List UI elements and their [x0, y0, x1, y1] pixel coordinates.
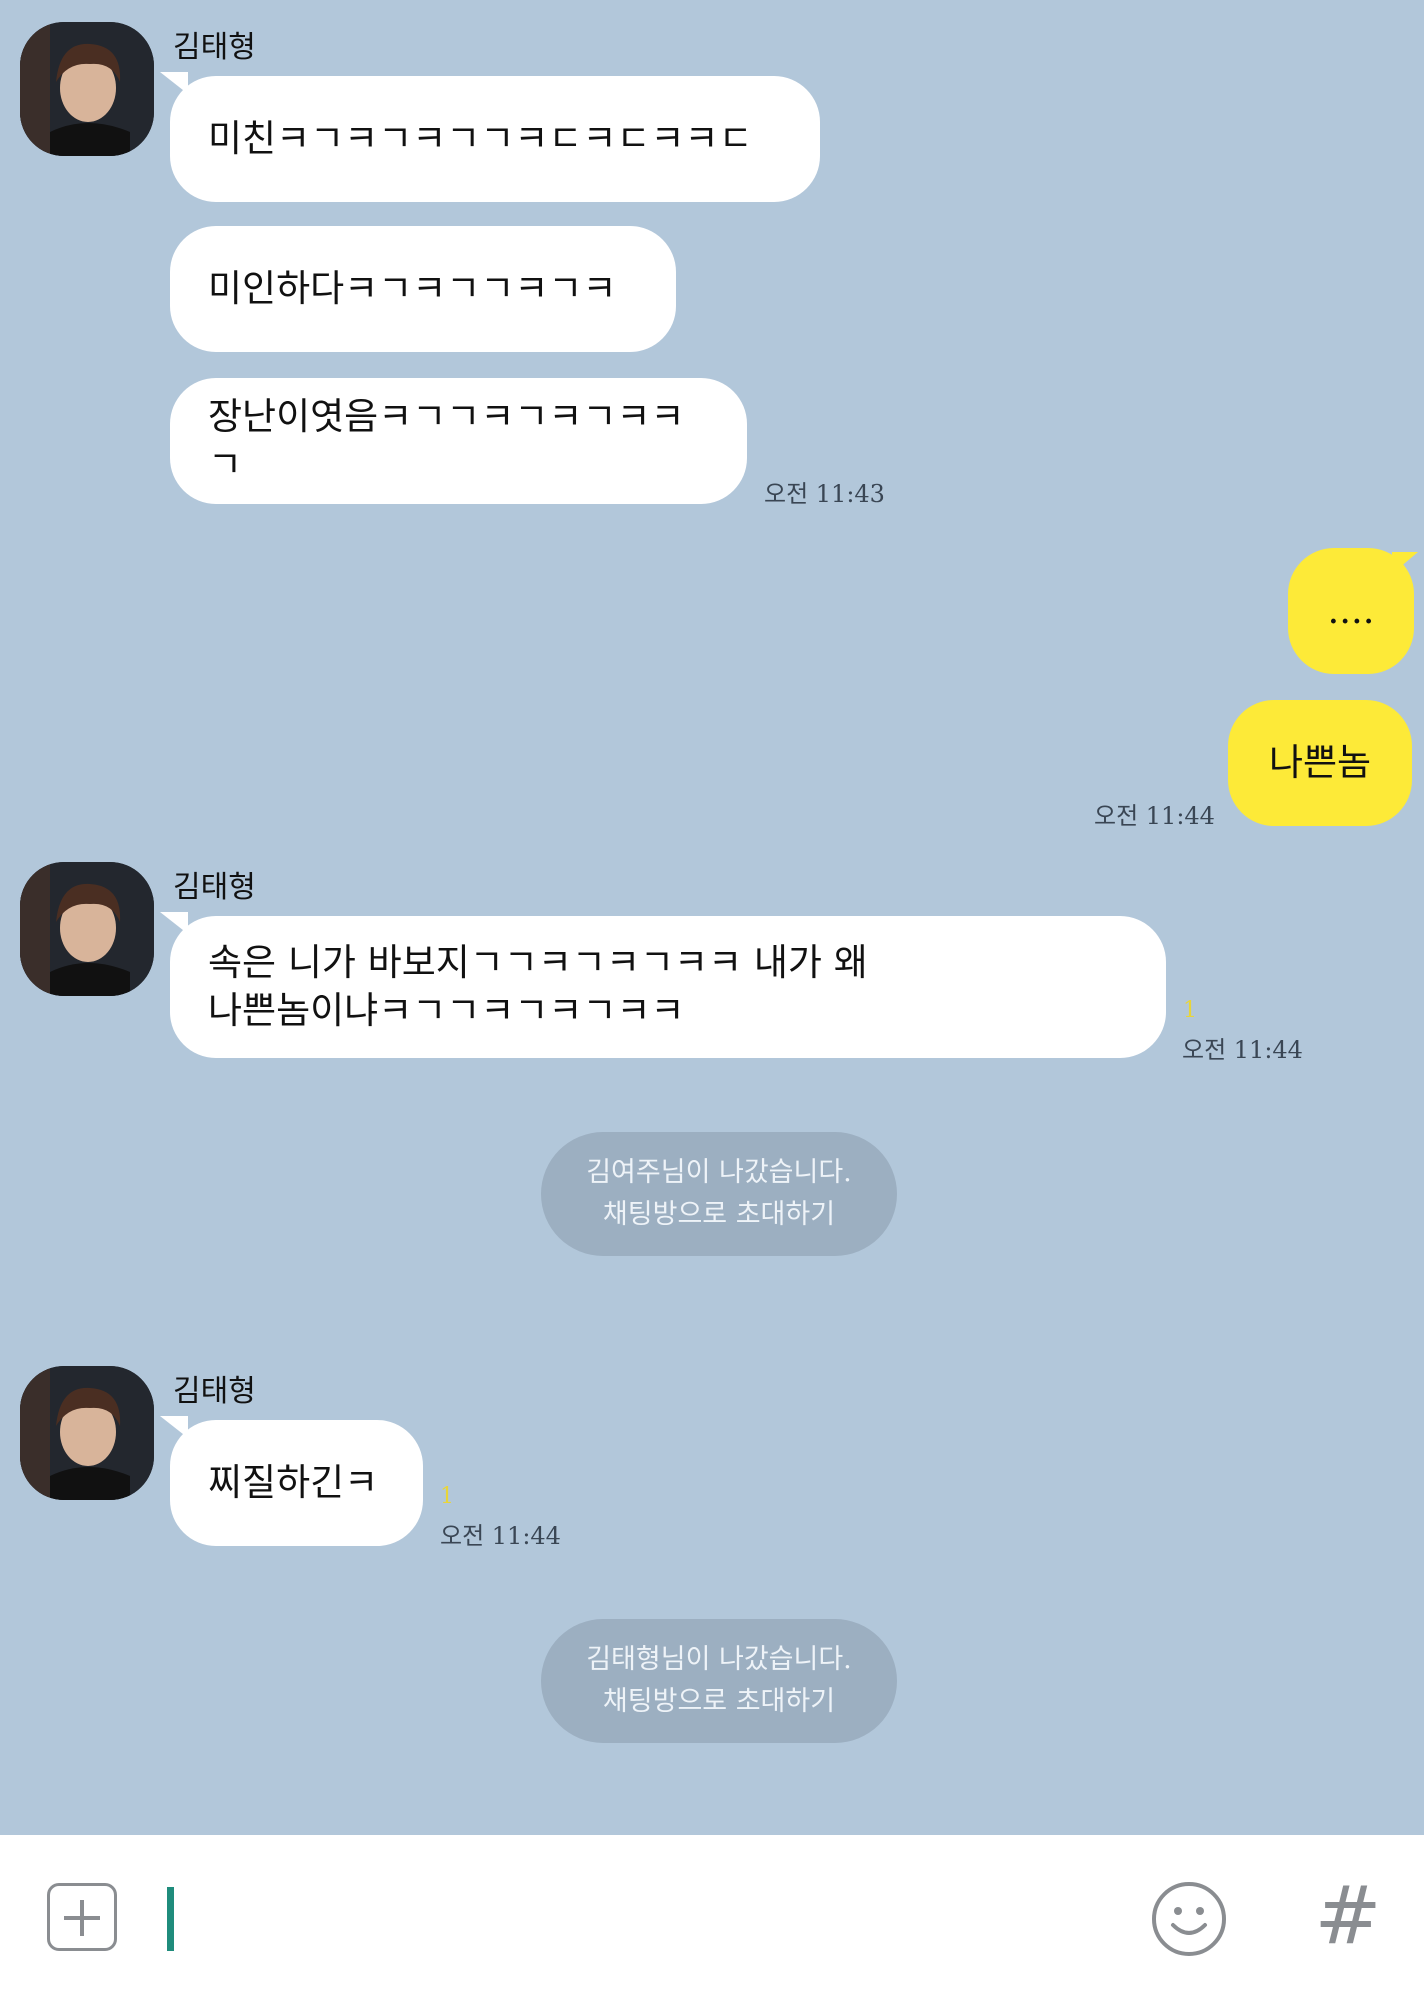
hash-icon[interactable]: #: [1313, 1871, 1383, 1961]
profile-avatar[interactable]: [20, 22, 154, 156]
message-text: 속은 니가 바보지ㄱㄱㅋㄱㅋㄱㅋㅋ 내가 왜: [208, 941, 868, 984]
message-text: 미인하다ㅋㄱㅋㄱㄱㅋㄱㅋ: [208, 267, 617, 310]
message-text: 나쁜놈: [1268, 741, 1372, 784]
person-photo-icon: [20, 22, 154, 156]
plus-box-icon[interactable]: [47, 1883, 117, 1951]
notice-text: 김여주님이 나갔습니다.: [586, 1157, 852, 1188]
message-time: 오전 11:44: [1094, 802, 1215, 830]
chat-area[interactable]: 김태형 미친ㅋㄱㅋㄱㅋㄱㄱㅋㄷㅋㄷㅋㅋㄷ 미인하다ㅋㄱㅋㄱㄱㅋㄱㅋ 장난이엿음ㅋ…: [0, 0, 1424, 1835]
message-text: ....: [1327, 589, 1375, 632]
message-text: 나쁜놈이냐ㅋㄱㄱㅋㄱㅋㄱㅋㅋ: [208, 989, 685, 1032]
invite-link[interactable]: 채팅방으로 초대하기: [603, 1681, 835, 1723]
system-notice: 김태형님이 나갔습니다. 채팅방으로 초대하기: [541, 1619, 897, 1743]
unread-count: 1: [1183, 998, 1197, 1023]
received-message-bubble[interactable]: 찌질하긴ㅋ: [170, 1420, 423, 1546]
sender-name: 김태형: [173, 1374, 256, 1409]
person-photo-icon: [20, 1366, 154, 1500]
message-text: 찌질하긴ㅋ: [208, 1461, 379, 1504]
message-time: 오전 11:44: [440, 1522, 561, 1550]
message-text: 미친ㅋㄱㅋㄱㅋㄱㄱㅋㄷㅋㄷㅋㅋㄷ: [208, 117, 753, 160]
message-time: 오전 11:43: [764, 480, 885, 508]
message-input[interactable]: [185, 1875, 1129, 1957]
sent-message-bubble[interactable]: 나쁜놈: [1228, 700, 1412, 826]
system-notice: 김여주님이 나갔습니다. 채팅방으로 초대하기: [541, 1132, 897, 1256]
message-input-bar: #: [0, 1835, 1424, 1993]
unread-count: 1: [440, 1484, 454, 1509]
notice-text: 김태형님이 나갔습니다.: [586, 1644, 852, 1675]
profile-avatar[interactable]: [20, 862, 154, 996]
received-message-bubble[interactable]: 미친ㅋㄱㅋㄱㅋㄱㄱㅋㄷㅋㄷㅋㅋㄷ: [170, 76, 820, 202]
text-cursor: [167, 1887, 174, 1951]
sender-name: 김태형: [173, 870, 256, 905]
received-message-bubble[interactable]: 속은 니가 바보지ㄱㄱㅋㄱㅋㄱㅋㅋ 내가 왜 나쁜놈이냐ㅋㄱㄱㅋㄱㅋㄱㅋㅋ: [170, 916, 1166, 1058]
person-photo-icon: [20, 862, 154, 996]
sender-name: 김태형: [173, 30, 256, 65]
message-time: 오전 11:44: [1182, 1036, 1303, 1064]
invite-link[interactable]: 채팅방으로 초대하기: [603, 1194, 835, 1236]
sent-message-bubble[interactable]: ....: [1288, 548, 1414, 674]
profile-avatar[interactable]: [20, 1366, 154, 1500]
received-message-bubble[interactable]: 미인하다ㅋㄱㅋㄱㄱㅋㄱㅋ: [170, 226, 676, 352]
message-text: 장난이엿음ㅋㄱㄱㅋㄱㅋㄱㅋㅋㄱ: [208, 395, 685, 486]
received-message-bubble[interactable]: 장난이엿음ㅋㄱㄱㅋㄱㅋㄱㅋㅋㄱ: [170, 378, 747, 504]
smiley-icon[interactable]: [1151, 1881, 1227, 1957]
